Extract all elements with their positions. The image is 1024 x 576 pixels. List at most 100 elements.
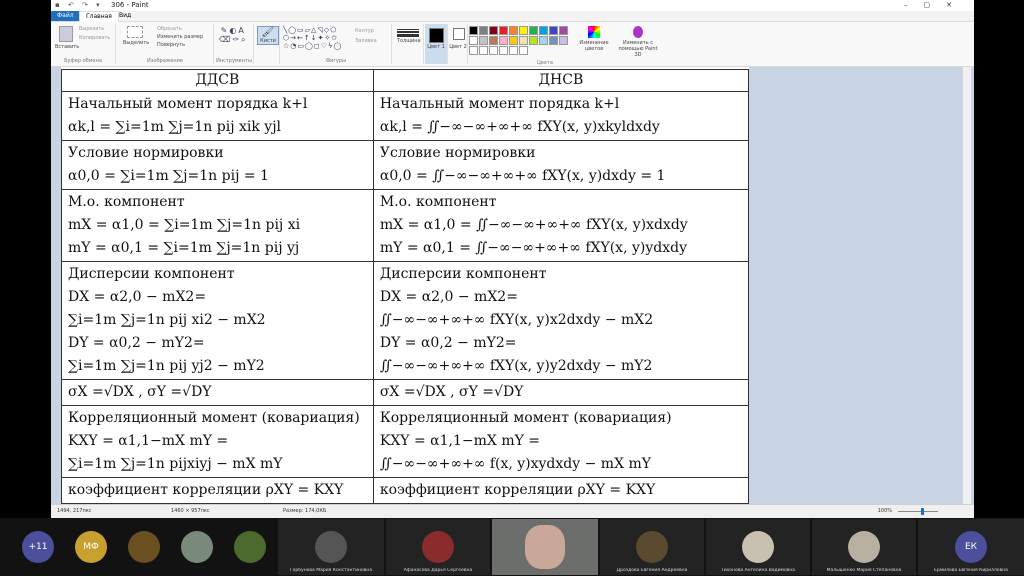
formula-line: αk,l = ∬−∞−∞+∞+∞ fXY(x, y)xkyldxdy bbox=[379, 119, 660, 135]
participant-tile-2[interactable]: Афанасова Дарья Сергеевна bbox=[386, 519, 490, 575]
palette-swatch[interactable] bbox=[539, 26, 548, 35]
formula-line: α0,0 = ∬−∞−∞+∞+∞ fXY(x, y)dxdy = 1 bbox=[379, 168, 666, 184]
participant-tile-6[interactable]: ЕК Ермилова Евгения Кирилловна bbox=[918, 519, 1024, 575]
cell-heading: М.о. компонент bbox=[379, 194, 497, 210]
custom-palette-swatch[interactable] bbox=[469, 46, 478, 55]
formula-line: DX = α2,0 − mX2= bbox=[68, 289, 207, 305]
shapes-group: ╲◯▭▱△◹◇⬠ ⬡→←↑↓✦✧✩ ☆◔▭◯◻♡ϟ◯ Контур Заливка … bbox=[281, 24, 392, 64]
rotate-button[interactable]: Повернуть bbox=[157, 42, 185, 48]
custom-palette-swatch[interactable] bbox=[479, 46, 488, 55]
palette-swatch[interactable] bbox=[499, 36, 508, 45]
palette-swatch[interactable] bbox=[499, 26, 508, 35]
custom-palette-swatch[interactable] bbox=[499, 46, 508, 55]
cell-heading: Дисперсии компонент bbox=[379, 266, 547, 282]
palette-swatch[interactable] bbox=[549, 36, 558, 45]
color1-button[interactable]: Цвет 1 bbox=[425, 24, 448, 64]
color1-label: Цвет 1 bbox=[427, 44, 445, 50]
color1-swatch bbox=[429, 28, 444, 43]
more-participants-button[interactable]: +11 bbox=[22, 531, 54, 563]
size-button[interactable]: Толщина bbox=[397, 28, 421, 44]
participant-tile-3[interactable]: Дроздова Евгения Андреевна bbox=[600, 519, 704, 575]
paste-button[interactable]: Вставить bbox=[55, 26, 79, 50]
table-row: коэффициент корреляции ρXY = KXY коэффици… bbox=[61, 477, 749, 504]
formula-line: KXY = α1,1−mX mY = bbox=[379, 433, 541, 449]
avatar-photo-1[interactable] bbox=[128, 531, 160, 563]
palette-swatch[interactable] bbox=[559, 26, 568, 35]
video-call-bar: +11 МФ Горбунова Мария Константиновна Аф… bbox=[0, 518, 1024, 576]
palette-swatch[interactable] bbox=[489, 26, 498, 35]
palette-swatch[interactable] bbox=[469, 36, 478, 45]
window-controls[interactable]: –▢✕ bbox=[904, 0, 968, 11]
continuous-cell: М.о. компонент mX = α1,0 = ∬−∞−∞+∞+∞ fXY(… bbox=[372, 189, 749, 262]
palette-swatch[interactable] bbox=[559, 36, 568, 45]
formula-line: ∬−∞−∞+∞+∞ fXY(x, y)x2dxdy − mX2 bbox=[379, 312, 654, 328]
formula-line: DX = α2,0 − mX2= bbox=[379, 289, 518, 305]
tools-group: ✎◐A ⌫✑⌕ Инструменты bbox=[215, 24, 254, 64]
formula-line: mY = α0,1 = ∑i=1m ∑j=1n pij yj bbox=[68, 240, 300, 256]
edit-colors-button[interactable]: Изменение цветов bbox=[577, 26, 611, 52]
palette-swatch[interactable] bbox=[529, 36, 538, 45]
table-row: Корреляционный момент (ковариация) KXY = … bbox=[61, 405, 749, 478]
cut-button[interactable]: Вырезать bbox=[79, 26, 104, 32]
continuous-cell: Условие нормировки α0,0 = ∬−∞−∞+∞+∞ fXY(x… bbox=[372, 140, 749, 190]
ribbon-tabs: Файл Главная Вид bbox=[51, 11, 974, 22]
table-row: Условие нормировки α0,0 = ∑i=1m ∑j=1n pij… bbox=[61, 140, 749, 190]
participant-name: Горбунова Мария Константиновна bbox=[289, 568, 373, 573]
image-canvas[interactable]: ДДСВ ДНСВ Начальный момент порядка k+l αk… bbox=[61, 67, 749, 505]
tab-view[interactable]: Вид bbox=[113, 11, 137, 21]
close-button[interactable]: ✕ bbox=[946, 1, 968, 9]
fill-button[interactable]: Заливка bbox=[355, 38, 377, 44]
image-group: Выделить Обрезать Изменить размер Поверн… bbox=[117, 24, 214, 64]
table-row: Начальный момент порядка k+l αk,l = ∑i=1m… bbox=[61, 91, 749, 141]
canvas-area[interactable]: ДДСВ ДНСВ Начальный момент порядка k+l αk… bbox=[51, 67, 974, 505]
tools-icons[interactable]: ✎◐A ⌫✑⌕ bbox=[219, 26, 248, 45]
participant-tile-4[interactable]: Тихонова Ангелина Вадимовна bbox=[706, 519, 810, 575]
participant-tile-1[interactable]: Горбунова Мария Константиновна bbox=[278, 519, 384, 575]
active-speaker-video[interactable] bbox=[492, 519, 598, 575]
selection-size: 1460 × 957пкс bbox=[171, 508, 210, 514]
select-button[interactable]: Выделить bbox=[123, 26, 149, 46]
formula-line: mY = α0,1 = ∬−∞−∞+∞+∞ fXY(x, y)ydxdy bbox=[379, 240, 687, 256]
cell-heading: Начальный момент порядка k+l bbox=[379, 96, 620, 112]
crop-button[interactable]: Обрезать bbox=[157, 26, 182, 32]
custom-palette-swatch[interactable] bbox=[519, 46, 528, 55]
outline-button[interactable]: Контур bbox=[355, 28, 374, 34]
tab-file[interactable]: Файл bbox=[51, 11, 80, 21]
paste-icon bbox=[59, 26, 73, 42]
palette-swatch[interactable] bbox=[519, 26, 528, 35]
avatar-mf[interactable]: МФ bbox=[75, 531, 107, 563]
resize-button[interactable]: Изменить размер bbox=[157, 34, 203, 40]
vertical-scrollbar[interactable] bbox=[963, 67, 971, 505]
palette-swatch[interactable] bbox=[479, 36, 488, 45]
avatar-photo-2[interactable] bbox=[181, 531, 213, 563]
brushes-button[interactable]: 🖌 Кисти bbox=[257, 26, 279, 45]
minimize-button[interactable]: – bbox=[904, 1, 924, 9]
color2-label: Цвет 2 bbox=[449, 44, 467, 50]
quick-access-toolbar[interactable]: ▪ ↶ ↷ ▾ bbox=[55, 0, 103, 11]
zoom-slider[interactable] bbox=[898, 511, 938, 512]
copy-button[interactable]: Копировать bbox=[79, 35, 110, 41]
cell-heading: Начальный момент порядка k+l bbox=[68, 96, 308, 112]
palette-swatch[interactable] bbox=[549, 26, 558, 35]
custom-palette-swatch[interactable] bbox=[509, 46, 518, 55]
formula-line: ∬−∞−∞+∞+∞ fXY(x, y)y2dxdy − mY2 bbox=[379, 358, 653, 374]
shapes-gallery[interactable]: ╲◯▭▱△◹◇⬠ ⬡→←↑↓✦✧✩ ☆◔▭◯◻♡ϟ◯ bbox=[283, 26, 353, 50]
maximize-button[interactable]: ▢ bbox=[924, 1, 947, 9]
zoom-slider-thumb[interactable] bbox=[921, 508, 924, 515]
paint3d-button[interactable]: Изменить с помощью Paint 3D bbox=[615, 26, 661, 58]
header-continuous: ДНСВ bbox=[372, 69, 749, 92]
palette-swatch[interactable] bbox=[479, 26, 488, 35]
avatar-photo-3[interactable] bbox=[234, 531, 266, 563]
palette-swatch[interactable] bbox=[519, 36, 528, 45]
palette-swatch[interactable] bbox=[509, 26, 518, 35]
palette-swatch[interactable] bbox=[509, 36, 518, 45]
palette-swatch[interactable] bbox=[469, 26, 478, 35]
color2-button[interactable]: Цвет 2 bbox=[449, 24, 468, 64]
palette-swatch[interactable] bbox=[539, 36, 548, 45]
custom-palette-swatch[interactable] bbox=[489, 46, 498, 55]
participant-tile-5[interactable]: Малышенко Мария Степановна bbox=[812, 519, 916, 575]
palette-swatch[interactable] bbox=[489, 36, 498, 45]
palette-swatch[interactable] bbox=[529, 26, 538, 35]
formula-line: ∬−∞−∞+∞+∞ f(x, y)xydxdy − mX mY bbox=[379, 456, 652, 472]
participant-name: Дроздова Евгения Андреевна bbox=[616, 568, 688, 573]
